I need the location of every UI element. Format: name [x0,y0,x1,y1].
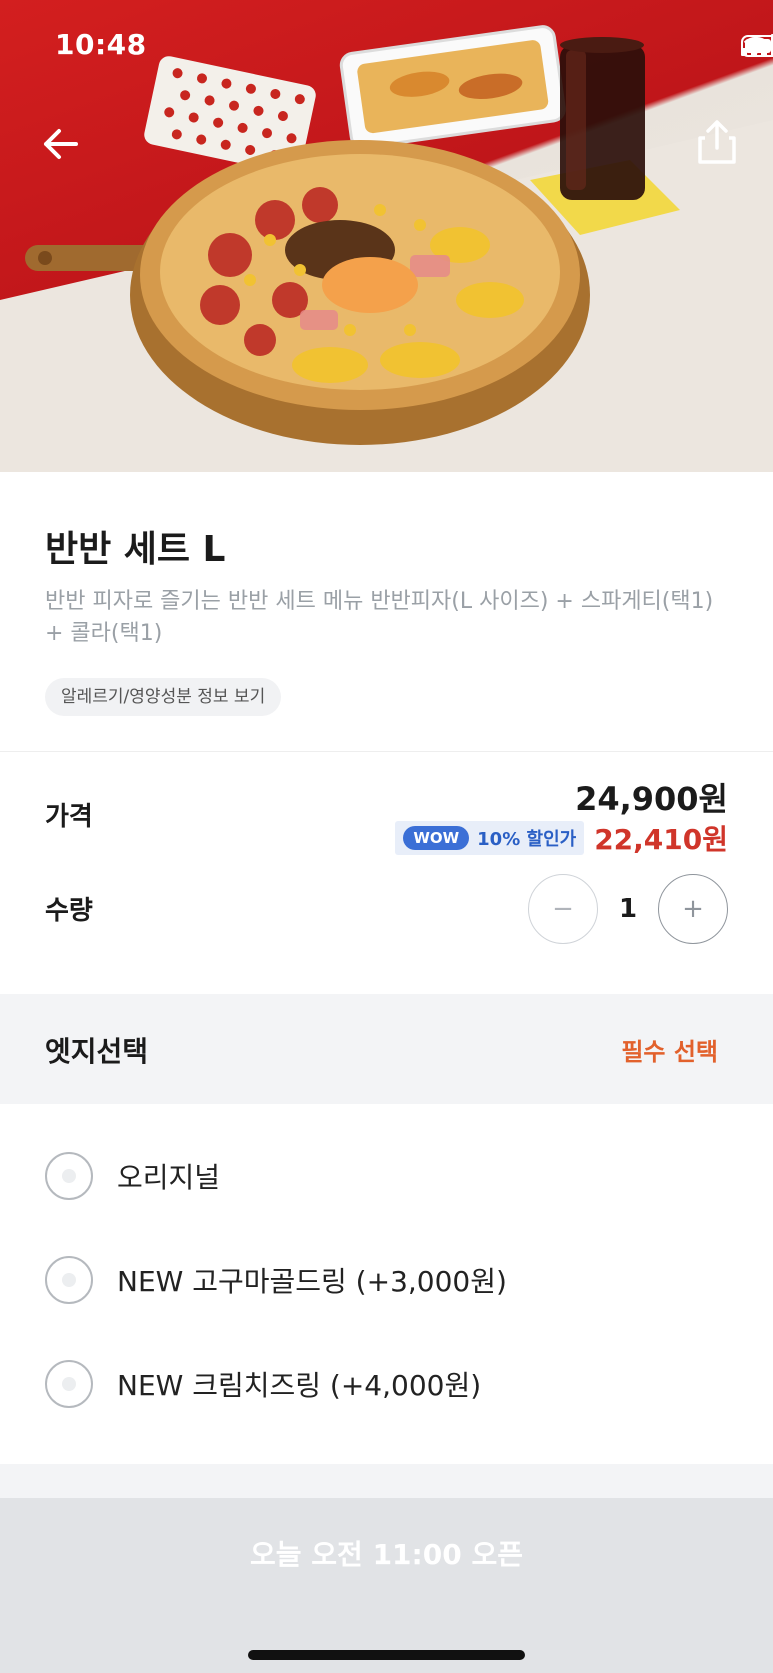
share-icon [698,120,736,164]
allergy-info-button[interactable]: 알레르기/영양성분 정보 보기 [45,678,282,716]
required-badge: 필수 선택 [621,1038,718,1066]
share-button[interactable] [691,116,743,168]
radio-button[interactable] [45,1152,93,1200]
option-item-original[interactable]: 오리지널 [45,1146,220,1206]
product-info: 반반 세트 L 반반 피자로 즐기는 반반 세트 메뉴 반반피자(L 사이즈) … [0,472,773,752]
status-time: 10:48 [55,28,147,61]
option-label: NEW 크림치즈링 (+4,000원) [117,1369,482,1402]
radio-button[interactable] [45,1360,93,1408]
radio-button[interactable] [45,1256,93,1304]
arrow-left-icon [44,129,78,159]
status-bar: 10:48 [0,0,773,92]
option-label: NEW 고구마골드링 (+3,000원) [117,1265,507,1298]
wow-badge: WOW [403,826,470,850]
product-title: 반반 세트 L [45,529,226,570]
home-indicator [248,1650,525,1660]
wow-discount-price: 22,410원 [594,823,728,856]
quantity-value: 1 [618,894,638,924]
wow-discount-box: WOW 10% 할인가 [395,821,585,855]
product-hero-image: 10:48 [0,0,773,472]
edge-option-title: 엣지선택 [45,1035,149,1068]
option-item-cream-cheese-ring[interactable]: NEW 크림치즈링 (+4,000원) [45,1354,481,1414]
wow-discount-label: 10% 할인가 [477,829,577,850]
wow-discount-row: WOW 10% 할인가 22,410원 [395,818,728,858]
edge-option-header: 엣지선택 필수 선택 [0,994,773,1104]
quantity-stepper: − 1 + [528,874,728,944]
price-value: 24,900원 [575,780,728,818]
battery-icon [741,35,773,57]
bottom-bar: 오늘 오전 11:00 오픈 [0,1498,773,1673]
radio-dot [62,1169,76,1183]
option-item-goguma-gold-ring[interactable]: NEW 고구마골드링 (+3,000원) [45,1250,507,1310]
store-open-time-button[interactable]: 오늘 오전 11:00 오픈 [0,1498,773,1608]
price-section: 가격 24,900원 WOW 10% 할인가 22,410원 수량 − 1 + [0,752,773,994]
quantity-minus-button[interactable]: − [528,874,598,944]
quantity-label: 수량 [45,896,93,926]
edge-option-list: 오리지널 NEW 고구마골드링 (+3,000원) NEW 크림치즈링 (+4,… [0,1104,773,1464]
radio-dot [62,1377,76,1391]
radio-dot [62,1273,76,1287]
price-label: 가격 [45,802,93,832]
back-button[interactable] [34,118,86,170]
option-label: 오리지널 [117,1161,221,1194]
product-description: 반반 피자로 즐기는 반반 세트 메뉴 반반피자(L 사이즈) + 스파게티(택… [45,589,714,646]
quantity-plus-button[interactable]: + [658,874,728,944]
section-divider [0,1464,773,1498]
